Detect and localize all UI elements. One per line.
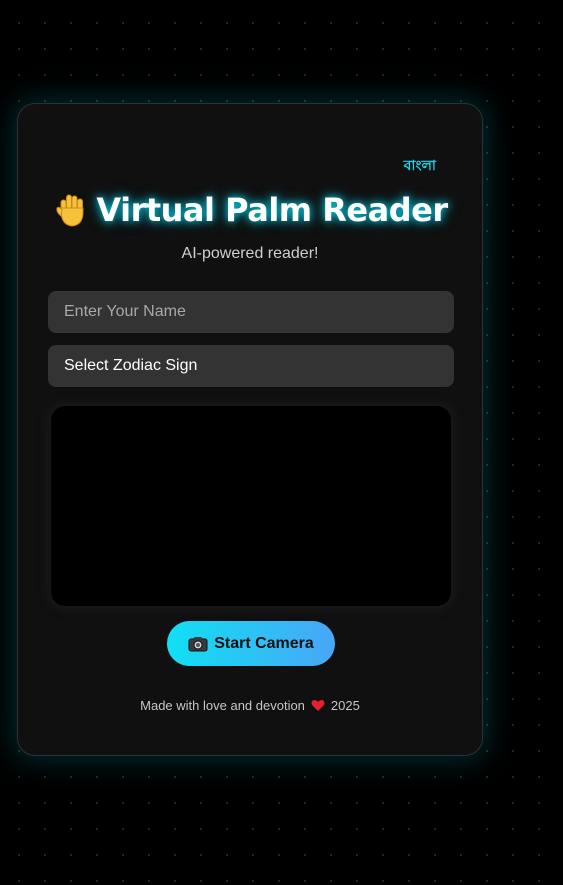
start-camera-button[interactable]: Start Camera bbox=[167, 621, 335, 666]
footer-year: 2025 bbox=[330, 698, 360, 713]
raised-hand-icon bbox=[52, 190, 92, 230]
palm-reader-card: বাংলা Virtual Palm Reader AI-powered rea… bbox=[17, 103, 483, 756]
footer-text: Made with love and devotion bbox=[140, 698, 305, 713]
start-camera-label: Start Camera bbox=[214, 634, 314, 652]
zodiac-select-value: Select Zodiac Sign bbox=[64, 357, 198, 374]
camera-preview bbox=[51, 406, 451, 606]
language-toggle-link[interactable]: বাংলা bbox=[404, 154, 436, 178]
page-title: Virtual Palm Reader bbox=[96, 191, 448, 229]
subtitle: AI-powered reader! bbox=[181, 245, 319, 262]
footer: Made with love and devotion 2025 bbox=[18, 698, 482, 713]
camera-icon bbox=[188, 636, 208, 652]
heart-icon bbox=[311, 699, 325, 712]
title-row: Virtual Palm Reader bbox=[18, 190, 482, 230]
name-input[interactable] bbox=[48, 291, 454, 333]
zodiac-select[interactable]: Select Zodiac Sign bbox=[48, 345, 454, 387]
